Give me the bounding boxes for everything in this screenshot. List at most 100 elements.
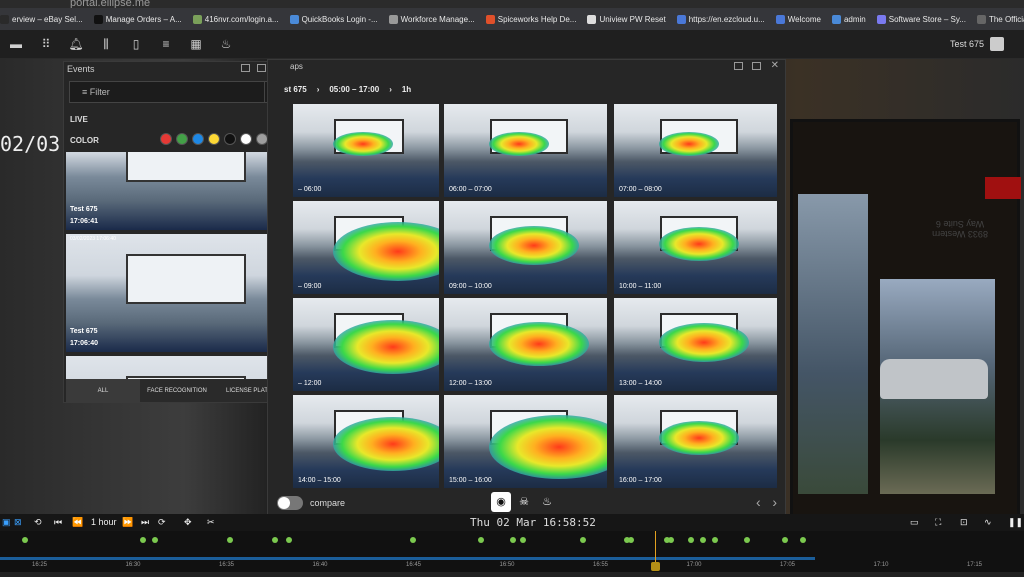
event-marker[interactable] xyxy=(712,537,718,543)
bookmark-item[interactable]: Software Store – Sy... xyxy=(876,14,966,24)
event-marker[interactable] xyxy=(478,537,484,543)
pause-icon[interactable]: ❚❚ xyxy=(1008,517,1023,528)
compare-toggle[interactable] xyxy=(277,496,303,510)
event-marker[interactable] xyxy=(152,537,158,543)
fullscreen-icon[interactable]: ⛶ xyxy=(935,517,941,528)
heatmap-cell[interactable]: 14:00 – 15:00 xyxy=(293,395,439,488)
fire-icon[interactable]: ♨ xyxy=(218,37,234,51)
event-marker[interactable] xyxy=(520,537,526,543)
heatmap-cell[interactable]: 15:00 – 16:00 xyxy=(444,395,607,488)
dock-icon[interactable] xyxy=(734,62,743,70)
event-marker[interactable] xyxy=(628,537,634,543)
maximize-icon[interactable] xyxy=(257,64,266,72)
scissors-icon[interactable]: ✂ xyxy=(207,517,215,528)
heatmap-cell[interactable]: – 09:00 xyxy=(293,201,439,294)
tiles-icon[interactable]: ▦ xyxy=(188,37,204,51)
next-page-icon[interactable]: › xyxy=(772,494,777,510)
user-label[interactable]: Test 675 xyxy=(950,39,984,49)
event-marker[interactable] xyxy=(688,537,694,543)
heatmap-cell[interactable]: 10:00 – 11:00 xyxy=(614,201,777,294)
heatmap-cell[interactable]: – 06:00 xyxy=(293,104,439,197)
bookmark-item[interactable]: 416nvr.com/login.a... xyxy=(192,14,279,24)
event-marker[interactable] xyxy=(510,537,516,543)
event-marker[interactable] xyxy=(800,537,806,543)
bookmark-item[interactable]: Uniview PW Reset xyxy=(587,14,666,24)
timeline-scrollbar[interactable] xyxy=(0,572,1024,577)
event-marker[interactable] xyxy=(227,537,233,543)
heatmap-cell[interactable]: 12:00 – 13:00 xyxy=(444,298,607,391)
color-swatch[interactable] xyxy=(192,133,204,145)
sync-icon[interactable]: ⊠ xyxy=(14,517,22,528)
bookmark-item[interactable]: Welcome xyxy=(775,14,821,24)
event-item[interactable]: 03/02/2023 17:06:40⋮Test 67517:06:40 xyxy=(66,234,281,352)
maximize-icon[interactable] xyxy=(752,62,761,70)
heatmap-cell[interactable]: 09:00 – 10:00 xyxy=(444,201,607,294)
bookmark-item[interactable]: Workforce Manage... xyxy=(388,14,475,24)
event-marker[interactable] xyxy=(22,537,28,543)
grid-icon[interactable]: ⠿ xyxy=(38,37,54,51)
event-marker[interactable] xyxy=(140,537,146,543)
palette-icon[interactable]: ◉ xyxy=(491,492,511,512)
skull-icon[interactable]: ☠ xyxy=(514,492,534,512)
breadcrumb-range[interactable]: 05:00 – 17:00 xyxy=(329,85,379,94)
color-swatch[interactable] xyxy=(240,133,252,145)
event-marker[interactable] xyxy=(286,537,292,543)
center-icon[interactable]: ✥ xyxy=(184,517,192,528)
bookmark-item[interactable]: QuickBooks Login -... xyxy=(289,14,378,24)
color-swatch[interactable] xyxy=(176,133,188,145)
camera-icon[interactable]: ▣ xyxy=(2,517,11,528)
bookmark-item[interactable]: https://en.ezcloud.u... xyxy=(676,14,765,24)
bookmark-item[interactable]: Manage Orders – A... xyxy=(93,14,182,24)
folder-icon[interactable]: ▬ xyxy=(8,37,24,51)
rewind-icon[interactable]: ⏪ xyxy=(72,517,83,528)
bookmark-item[interactable]: erview – eBay Sel... xyxy=(0,14,83,24)
expand-icon[interactable]: ⊡ xyxy=(960,517,968,528)
breadcrumb-camera[interactable]: st 675 xyxy=(284,85,307,94)
color-swatch[interactable] xyxy=(160,133,172,145)
heatmap-cell[interactable]: – 12:00 xyxy=(293,298,439,391)
prev-page-icon[interactable]: ‹ xyxy=(756,494,761,510)
loop-icon[interactable]: ⟲ xyxy=(34,517,42,528)
library-icon[interactable]: ⫼ xyxy=(98,37,114,51)
activity-icon[interactable]: ∿ xyxy=(984,517,992,528)
map-icon[interactable]: ▯ xyxy=(128,37,144,51)
filter-input[interactable]: ≡ Filter ⌄ xyxy=(69,81,287,103)
bookmarks-bar: erview – eBay Sel... Manage Orders – A...… xyxy=(0,8,1024,30)
tab-all[interactable]: ALL xyxy=(66,379,140,402)
event-marker[interactable] xyxy=(580,537,586,543)
event-marker[interactable] xyxy=(272,537,278,543)
skip-end-icon[interactable]: ⏭ xyxy=(141,517,149,528)
bookmark-item[interactable]: Spiceworks Help De... xyxy=(485,14,576,24)
close-icon[interactable]: ✕ xyxy=(771,60,779,71)
loop-forward-icon[interactable]: ⟳ xyxy=(158,517,166,528)
breadcrumb-step[interactable]: 1h xyxy=(402,85,411,94)
event-item[interactable]: ⋮car xyxy=(66,356,281,380)
bookmark-item[interactable]: The Official NIST U... xyxy=(976,14,1024,24)
tab-face-recognition[interactable]: FACE RECOGNITION xyxy=(140,379,214,402)
skip-start-icon[interactable]: ⏮ xyxy=(54,517,62,528)
heatmap-cell[interactable]: 07:00 – 08:00 xyxy=(614,104,777,197)
color-swatch[interactable] xyxy=(224,133,236,145)
event-marker[interactable] xyxy=(668,537,674,543)
event-marker[interactable] xyxy=(744,537,750,543)
heatmap-cell[interactable]: 16:00 – 17:00 xyxy=(614,395,777,488)
range-label[interactable]: 1 hour xyxy=(91,517,117,527)
bell-icon[interactable]: 🔔︎ xyxy=(68,37,84,51)
color-swatch[interactable] xyxy=(208,133,220,145)
layout-icon[interactable]: ▭ xyxy=(910,517,919,528)
avatar[interactable] xyxy=(990,37,1004,51)
event-marker[interactable] xyxy=(700,537,706,543)
timeline[interactable]: 16:25 16:30 16:35 16:40 16:45 16:50 16:55 17:00… xyxy=(0,531,1024,577)
bookmark-item[interactable]: admin xyxy=(831,14,866,24)
event-marker[interactable] xyxy=(782,537,788,543)
heatmap-cell[interactable]: 13:00 – 14:00 xyxy=(614,298,777,391)
forward-icon[interactable]: ⏩ xyxy=(122,517,133,528)
dock-icon[interactable] xyxy=(241,64,250,72)
fire-icon[interactable]: ♨ xyxy=(537,492,557,512)
heatmap-cell[interactable]: 06:00 – 07:00 xyxy=(444,104,607,197)
cell-time-label: 16:00 – 17:00 xyxy=(619,477,662,484)
event-marker[interactable] xyxy=(410,537,416,543)
timeline-cursor-handle[interactable] xyxy=(651,562,660,571)
list-icon[interactable]: ≡ xyxy=(158,37,174,51)
event-item[interactable]: ⋮Test 67517:06:41 xyxy=(66,152,281,230)
